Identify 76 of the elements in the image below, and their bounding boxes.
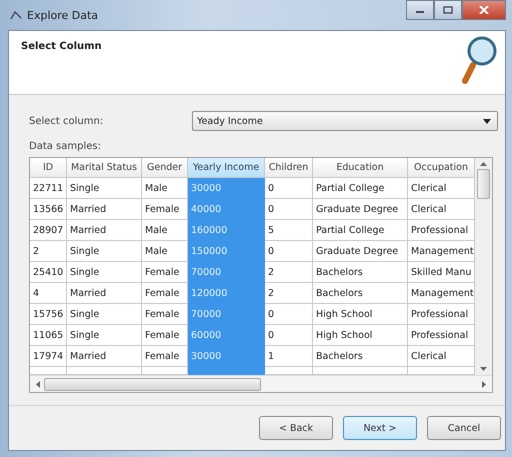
table-cell: 2	[265, 283, 313, 304]
close-button[interactable]	[462, 0, 506, 20]
table-cell: Single	[67, 178, 142, 199]
column-header[interactable]: Marital Status	[67, 158, 142, 178]
column-header[interactable]: Occupation	[408, 158, 475, 178]
data-samples-label: Data samples:	[29, 141, 102, 152]
table-cell: 0	[265, 304, 313, 325]
table-cell: Graduate Degree	[313, 199, 408, 220]
table-cell: Bachelors	[313, 346, 408, 367]
table-cell: 28907	[30, 220, 67, 241]
horizontal-scrollbar[interactable]	[30, 375, 492, 392]
dropdown-arrow-icon	[483, 118, 491, 124]
table-cell: Partial College	[313, 178, 408, 199]
table-cell: 2	[30, 241, 67, 262]
select-column-label: Select column:	[29, 116, 104, 126]
wizard-button[interactable]: < Back	[259, 416, 333, 440]
column-header[interactable]: Yearly Income	[188, 158, 265, 178]
table-cell: 0	[265, 199, 313, 220]
table-cell: 30000	[188, 346, 265, 367]
table-cell: Partial College	[313, 220, 408, 241]
wizard-button[interactable]: Next >	[343, 416, 417, 440]
table-cell: 4	[30, 283, 67, 304]
table-cell: 60000	[188, 325, 265, 346]
table-cell: 0	[265, 325, 313, 346]
table-cell: 2	[265, 262, 313, 283]
table-cell: 0	[265, 241, 313, 262]
table-cell: 160000	[188, 220, 265, 241]
table-cell: 11065	[30, 325, 67, 346]
vertical-scrollbar[interactable]	[475, 158, 492, 375]
table-cell: 22711	[30, 178, 67, 199]
table-cell: 25410	[30, 262, 67, 283]
scroll-left-icon	[36, 380, 40, 388]
table-cell: 40000	[188, 199, 265, 220]
column-dropdown[interactable]: Yeady Income	[192, 111, 498, 131]
maximize-icon	[443, 6, 453, 14]
column-header[interactable]: Children	[265, 158, 313, 178]
table-cell: 17974	[30, 346, 67, 367]
scroll-up-icon	[480, 162, 487, 166]
page-title: Select Column	[21, 41, 102, 54]
table-cell: Single	[67, 325, 142, 346]
table-cell: High School	[313, 325, 408, 346]
table-cell: Married	[67, 283, 142, 304]
scroll-right-icon	[482, 380, 486, 388]
window-title: Explore Data	[27, 8, 98, 22]
table-cell: 0	[265, 178, 313, 199]
table-cell: Graduate Degree	[313, 241, 408, 262]
table-cell: Single	[67, 262, 142, 283]
column-header[interactable]: ID	[30, 158, 67, 178]
column-header[interactable]: Gender	[142, 158, 188, 178]
table-cell: Married	[67, 220, 142, 241]
horizontal-scroll-thumb[interactable]	[44, 378, 261, 390]
magnifier-icon	[461, 35, 497, 85]
scroll-down-icon	[480, 367, 487, 371]
column-header[interactable]: Education	[313, 158, 408, 178]
table-cell: Bachelors	[313, 262, 408, 283]
table-cell: 15756	[30, 304, 67, 325]
table-cell: Married	[67, 199, 142, 220]
table-cell: 1	[265, 346, 313, 367]
table-cell: 30000	[188, 178, 265, 199]
minimize-button[interactable]	[406, 0, 434, 20]
scroll-thumb[interactable]	[477, 169, 490, 199]
table-cell: Single	[67, 241, 142, 262]
table-cell: 120000	[188, 283, 265, 304]
table-cell: 150000	[188, 241, 265, 262]
table-cell: 70000	[188, 262, 265, 283]
table-cell: 13566	[30, 199, 67, 220]
table-cell: 5	[265, 220, 313, 241]
maximize-button[interactable]	[434, 0, 462, 20]
close-icon	[479, 6, 489, 14]
table-cell: Married	[67, 346, 142, 367]
table-cell: Bachelors	[313, 283, 408, 304]
table-cell: High School	[313, 304, 408, 325]
table-cell: Single	[67, 304, 142, 325]
wizard-button[interactable]: Cancel	[427, 416, 501, 440]
chart-line-icon	[10, 10, 22, 20]
table-cell: 70000	[188, 304, 265, 325]
